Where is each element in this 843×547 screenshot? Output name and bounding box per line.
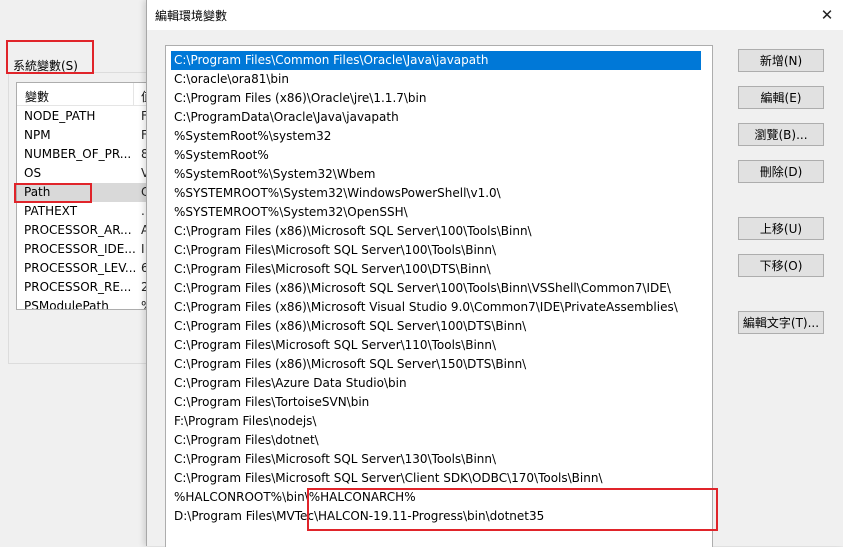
close-button[interactable]: ✕ — [810, 0, 843, 30]
variable-name: PATHEXT — [24, 204, 78, 218]
close-icon: ✕ — [820, 6, 834, 24]
variable-name: PROCESSOR_LEV... — [24, 261, 137, 275]
variable-name: PSModulePath — [24, 299, 109, 310]
system-variables-list-header: 變數 值 — [17, 83, 149, 106]
variable-row[interactable]: PROCESSOR_AR... A — [17, 221, 149, 240]
path-entry[interactable]: C:\Program Files\dotnet\ — [171, 431, 322, 450]
edit-button[interactable]: 編輯(E) — [738, 86, 824, 109]
path-entry[interactable]: %SYSTEMROOT%\System32\OpenSSH\ — [171, 203, 411, 222]
browse-button[interactable]: 瀏覽(B)... — [738, 123, 824, 146]
path-entry[interactable]: C:\Program Files\Microsoft SQL Server\10… — [171, 241, 499, 260]
edit-text-button[interactable]: 編輯文字(T)... — [738, 311, 824, 334]
variable-row[interactable]: PROCESSOR_IDE... I — [17, 240, 149, 259]
variable-name: NPM — [24, 128, 51, 142]
variable-value: . — [141, 204, 145, 218]
path-entry[interactable]: C:\Program Files\Microsoft SQL Server\11… — [171, 336, 499, 355]
new-button[interactable]: 新增(N) — [738, 49, 824, 72]
variable-row[interactable]: NUMBER_OF_PR... 8 — [17, 145, 149, 164]
path-entry[interactable]: F:\Program Files\nodejs\ — [171, 412, 319, 431]
delete-button[interactable]: 刪除(D) — [738, 160, 824, 183]
path-entry[interactable]: C:\Program Files (x86)\Microsoft SQL Ser… — [171, 222, 535, 241]
dialog-title-bar[interactable]: 編輯環境變數 ✕ — [147, 0, 843, 30]
path-entry[interactable]: %SYSTEMROOT%\System32\WindowsPowerShell\… — [171, 184, 504, 203]
path-entry[interactable]: C:\Program Files\Microsoft SQL Server\10… — [171, 260, 494, 279]
path-entry[interactable]: %SystemRoot% — [171, 146, 272, 165]
variable-name: OS — [24, 166, 42, 180]
edit-environment-variable-dialog: 編輯環境變數 ✕ C:\Program Files\Common Files\O… — [146, 0, 843, 547]
path-entry[interactable]: C:\Program Files\Common Files\Oracle\Jav… — [171, 51, 701, 70]
variable-row[interactable]: NODE_PATH F — [17, 107, 149, 126]
move-down-button[interactable]: 下移(O) — [738, 254, 824, 277]
column-separator[interactable] — [133, 83, 134, 105]
path-entry[interactable]: C:\Program Files (x86)\Oracle\jre\1.1.7\… — [171, 89, 430, 108]
variable-name: NODE_PATH — [24, 109, 96, 123]
halcon-entries-highlight-box — [307, 488, 718, 531]
path-entry[interactable]: C:\Program Files (x86)\Microsoft SQL Ser… — [171, 355, 529, 374]
path-entry[interactable]: C:\Program Files (x86)\Microsoft SQL Ser… — [171, 279, 674, 298]
variable-row[interactable]: OS V — [17, 164, 149, 183]
path-entry[interactable]: C:\Program Files\Microsoft SQL Server\13… — [171, 450, 499, 469]
path-entries-list[interactable]: C:\Program Files\Common Files\Oracle\Jav… — [165, 45, 713, 547]
path-entry[interactable]: C:\oracle\ora81\bin — [171, 70, 292, 89]
path-entry[interactable]: C:\Program Files\Microsoft SQL Server\Cl… — [171, 469, 606, 488]
dialog-title: 編輯環境變數 — [155, 9, 228, 23]
path-row-highlight-box — [14, 183, 92, 203]
variable-row[interactable]: PATHEXT. — [17, 202, 149, 221]
path-entry[interactable]: C:\ProgramData\Oracle\Java\javapath — [171, 108, 402, 127]
variable-name: PROCESSOR_IDE... — [24, 242, 136, 256]
path-entry[interactable]: C:\Program Files (x86)\Microsoft SQL Ser… — [171, 317, 529, 336]
move-up-button[interactable]: 上移(U) — [738, 217, 824, 240]
group-label-highlight-box — [6, 40, 94, 74]
path-entry[interactable]: C:\Program Files\TortoiseSVN\bin — [171, 393, 372, 412]
path-entry[interactable]: %SystemRoot%\system32 — [171, 127, 334, 146]
variable-name: PROCESSOR_RE... — [24, 280, 132, 294]
variable-name: PROCESSOR_AR... — [24, 223, 132, 237]
variable-value: I — [141, 242, 145, 256]
variable-name: NUMBER_OF_PR... — [24, 147, 132, 161]
path-entry[interactable]: C:\Program Files (x86)\Microsoft Visual … — [171, 298, 681, 317]
path-entry[interactable]: %SystemRoot%\System32\Wbem — [171, 165, 378, 184]
system-variables-window: 系統變數(S) 變數 值 NODE_PATHFNPMFNUMBER_OF_PR.… — [0, 0, 149, 546]
variable-row[interactable]: NPM F — [17, 126, 149, 145]
path-entry[interactable]: C:\Program Files\Azure Data Studio\bin — [171, 374, 410, 393]
variable-row[interactable]: PROCESSOR_RE... 2 — [17, 278, 149, 297]
variable-row[interactable]: PSModulePath% — [17, 297, 149, 310]
variable-row[interactable]: PROCESSOR_LEV... 6 — [17, 259, 149, 278]
column-header-variable[interactable]: 變數 — [25, 88, 49, 105]
